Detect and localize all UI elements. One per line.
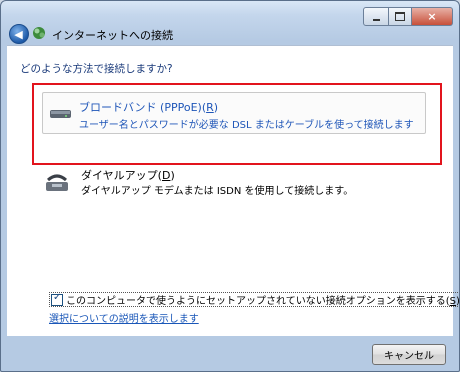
maximize-button[interactable]: [389, 7, 412, 26]
content-panel: どのような方法で接続しますか? ブロードバンド (PPPoE)(R) ユーザー名…: [7, 45, 459, 336]
minimize-icon: [372, 18, 380, 21]
broadband-modem-icon: [50, 110, 71, 118]
window-controls: ×: [363, 7, 453, 26]
option-description: ダイヤルアップ モデムまたは ISDN を使用して接続します。: [81, 186, 354, 197]
checkmark-icon: ✓: [53, 291, 62, 303]
option-broadband-pppoe[interactable]: ブロードバンド (PPPoE)(R) ユーザー名とパスワードが必要な DSL ま…: [42, 92, 426, 134]
cancel-button[interactable]: キャンセル: [372, 344, 446, 365]
wizard-window: × ◀ インターネットへの接続 どのような方法で接続しますか? ブロードバンド …: [0, 0, 460, 372]
show-unconfigured-options-checkbox[interactable]: ✓ このコンピュータで使うようにセットアップされていない接続オプションを表示する…: [49, 291, 460, 307]
title-bar: × ◀ インターネットへの接続: [1, 1, 459, 45]
option-title: ブロードバンド (PPPoE)(R): [79, 101, 219, 114]
help-link[interactable]: 選択についての説明を表示します: [49, 310, 199, 325]
question-label: どのような方法で接続しますか?: [20, 63, 173, 75]
maximize-icon: [395, 12, 405, 21]
option-title: ダイヤルアップ(D): [81, 169, 175, 182]
network-icon: [33, 27, 45, 39]
checkbox-label: このコンピュータで使うようにセットアップされていない接続オプションを表示する(S…: [66, 296, 460, 307]
close-button[interactable]: ×: [412, 7, 453, 26]
back-button[interactable]: ◀: [9, 24, 29, 44]
minimize-button[interactable]: [363, 7, 389, 26]
dialup-modem-icon: [46, 174, 68, 191]
option-description: ユーザー名とパスワードが必要な DSL またはケーブルを使って接続します: [79, 120, 414, 131]
option-dialup[interactable]: ダイヤルアップ(D) ダイヤルアップ モデムまたは ISDN を使用して接続しま…: [42, 166, 422, 202]
checkbox-box[interactable]: ✓: [51, 291, 63, 306]
window-title: インターネットへの接続: [52, 29, 173, 42]
back-arrow-icon: ◀: [14, 27, 23, 41]
close-icon: ×: [427, 10, 437, 23]
